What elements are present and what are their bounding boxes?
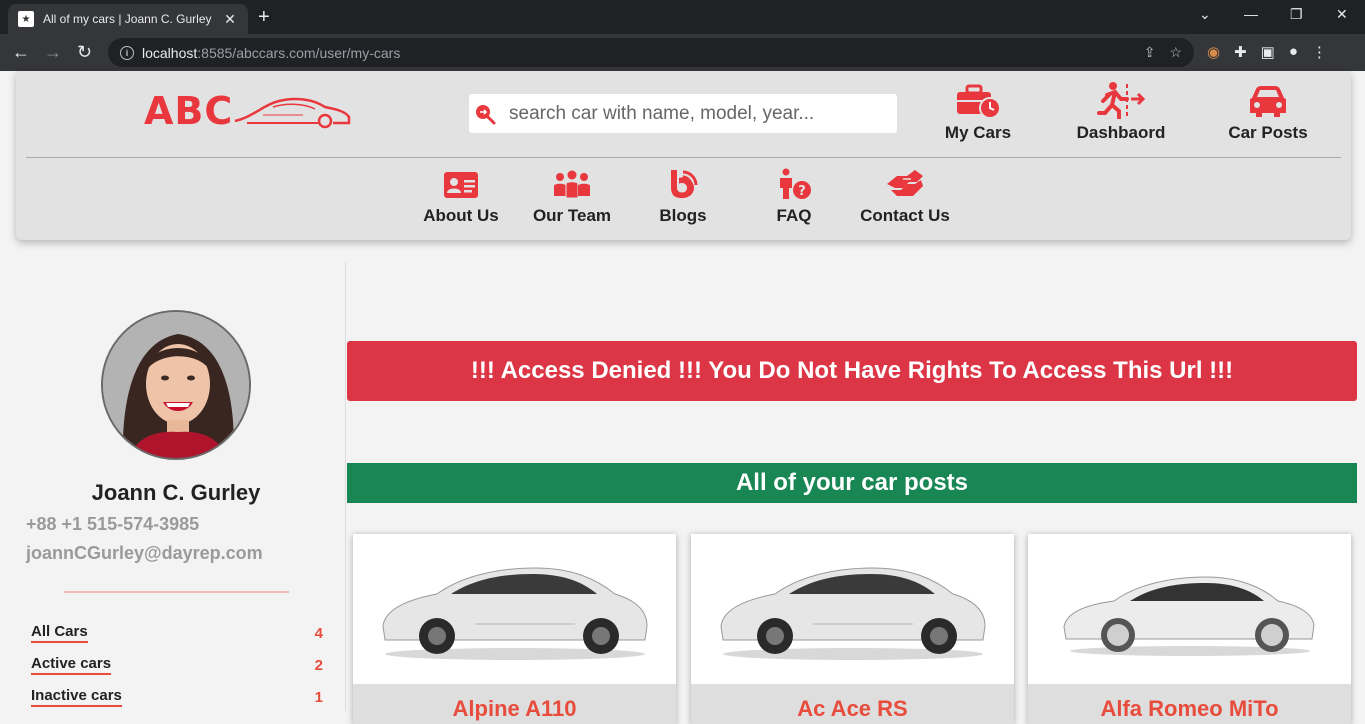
- nav-blogs[interactable]: Blogs: [633, 166, 733, 226]
- avatar: [101, 310, 251, 460]
- running-exit-icon: [1061, 79, 1181, 119]
- sidebar-item-count: 4: [314, 624, 323, 642]
- sidebar-item-count: 2: [314, 656, 323, 674]
- person-question-icon: ?: [744, 166, 844, 200]
- nav-about-us[interactable]: About Us: [411, 166, 511, 226]
- tab-title: All of my cars | Joann C. Gurley: [43, 12, 212, 26]
- car-card[interactable]: Alfa Romeo MiTo: [1028, 534, 1351, 724]
- svg-text:?: ?: [798, 184, 806, 199]
- nav-label: Our Team: [532, 206, 612, 225]
- nav-dashboard[interactable]: Dashbaord: [1061, 79, 1181, 143]
- access-denied-alert: !!! Access Denied !!! You Do Not Have Ri…: [347, 341, 1357, 401]
- car-card[interactable]: Ac Ace RS: [691, 534, 1014, 724]
- car-title[interactable]: Alfa Romeo MiTo: [1028, 696, 1351, 722]
- nav-our-team[interactable]: Our Team: [522, 166, 622, 226]
- nav-label: Dashbaord: [1076, 123, 1166, 142]
- sidebar-item-count: 1: [314, 688, 323, 706]
- logo-car-icon: [234, 97, 351, 129]
- site-logo[interactable]: ABC: [144, 89, 353, 133]
- browser-tab-bar: ★ All of my cars | Joann C. Gurley ✕ + ⌄…: [0, 0, 1365, 34]
- extensions-puzzle-icon[interactable]: ✚: [1234, 43, 1247, 61]
- section-title: All of your car posts: [347, 463, 1357, 503]
- close-tab-icon[interactable]: ✕: [222, 11, 238, 28]
- url-host: localhost: [142, 44, 198, 61]
- new-tab-icon[interactable]: +: [258, 6, 270, 28]
- bookmark-star-icon[interactable]: ☆: [1169, 44, 1182, 61]
- browser-toolbar: ← → ↻ i localhost:8585/abccars.com/user/…: [0, 34, 1365, 71]
- sidebar-item-all-cars: All Cars 4: [31, 623, 323, 643]
- browser-tab[interactable]: ★ All of my cars | Joann C. Gurley ✕: [8, 4, 248, 34]
- restore-icon[interactable]: ❐: [1290, 6, 1303, 23]
- nav-label: FAQ: [776, 206, 812, 225]
- search-bar: [469, 94, 897, 133]
- car-icon: [1208, 79, 1328, 119]
- sidebar-item-inactive-cars: Inactive cars 1: [31, 687, 323, 707]
- car-image: [353, 534, 676, 684]
- car-card-body: Alpine A110: [353, 684, 676, 724]
- briefcase-clock-icon: [918, 79, 1038, 119]
- share-icon[interactable]: ⇪: [1144, 44, 1156, 61]
- tab-search-icon[interactable]: ⌄: [1199, 6, 1211, 23]
- nav-label: Blogs: [659, 206, 707, 225]
- profile-email: joannCGurley@dayrep.com: [26, 543, 263, 563]
- cookie-extension-icon[interactable]: ◉: [1207, 43, 1220, 61]
- handshake-icon: [855, 166, 955, 200]
- logo-text: ABC: [144, 89, 234, 133]
- search-input[interactable]: [501, 102, 881, 125]
- nav-my-cars[interactable]: My Cars: [918, 79, 1038, 143]
- close-window-icon[interactable]: ✕: [1336, 6, 1348, 23]
- profile-icon[interactable]: ●: [1289, 43, 1298, 61]
- back-icon[interactable]: ←: [12, 41, 30, 63]
- car-card-body: Alfa Romeo MiTo: [1028, 684, 1351, 724]
- car-card[interactable]: Alpine A110: [353, 534, 676, 724]
- nav-label: Car Posts: [1228, 123, 1308, 142]
- favicon-icon: ★: [18, 11, 34, 27]
- nav-car-posts[interactable]: Car Posts: [1208, 79, 1328, 143]
- minimize-icon[interactable]: —: [1244, 6, 1258, 22]
- car-title[interactable]: Ac Ace RS: [691, 696, 1014, 722]
- forward-icon[interactable]: →: [44, 41, 62, 63]
- car-card-body: Ac Ace RS: [691, 684, 1014, 724]
- menu-kebab-icon[interactable]: ⋮: [1312, 43, 1327, 61]
- nav-label: My Cars: [944, 123, 1012, 142]
- profile-sidebar: Joann C. Gurley +88 +1 515-574-3985 joan…: [0, 262, 346, 711]
- car-image: [1028, 534, 1351, 684]
- side-panel-icon[interactable]: ▣: [1261, 43, 1275, 61]
- profile-phone: +88 +1 515-574-3985: [26, 514, 200, 534]
- url-path: :8585/abccars.com/user/my-cars: [197, 44, 401, 61]
- team-icon: [522, 166, 622, 200]
- nav-label: About Us: [423, 206, 499, 225]
- profile-name: Joann C. Gurley: [91, 480, 261, 505]
- sidebar-item-active-cars: Active cars 2: [31, 655, 323, 675]
- nav-label: Contact Us: [860, 206, 950, 225]
- address-bar[interactable]: i localhost:8585/abccars.com/user/my-car…: [108, 38, 1194, 67]
- reload-icon[interactable]: ↻: [77, 41, 92, 63]
- sidebar-divider: [64, 591, 289, 593]
- sidebar-item-link[interactable]: All Cars: [31, 623, 88, 643]
- car-title[interactable]: Alpine A110: [353, 696, 676, 722]
- car-image: [691, 534, 1014, 684]
- header-divider: [26, 157, 1341, 158]
- sidebar-item-link[interactable]: Active cars: [31, 655, 112, 675]
- sidebar-item-link[interactable]: Inactive cars: [31, 687, 122, 707]
- search-icon[interactable]: [469, 94, 501, 133]
- site-header: ABC My Ca: [16, 71, 1351, 240]
- id-card-icon: [411, 166, 511, 200]
- nav-faq[interactable]: ? FAQ: [744, 166, 844, 226]
- nav-contact-us[interactable]: Contact Us: [855, 166, 955, 226]
- blog-icon: [633, 166, 733, 200]
- site-info-icon[interactable]: i: [120, 45, 134, 60]
